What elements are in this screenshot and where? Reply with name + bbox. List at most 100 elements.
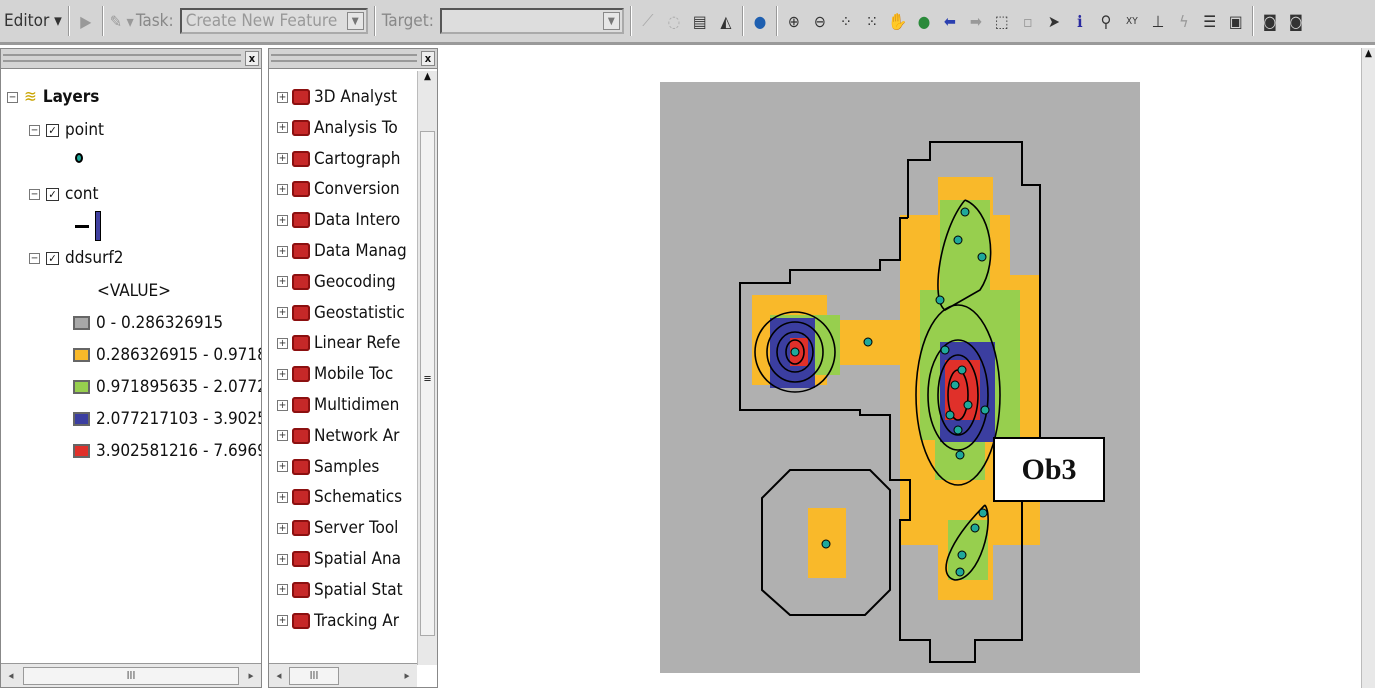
expand-icon[interactable]: + bbox=[277, 276, 288, 288]
scroll-right-icon[interactable]: ▸ bbox=[241, 669, 261, 682]
viewer-icon[interactable]: ▣ bbox=[1226, 12, 1246, 31]
expand-icon[interactable]: + bbox=[277, 91, 288, 103]
toolbox-item[interactable]: + Samples bbox=[277, 457, 379, 477]
toolbox-item[interactable]: + Analysis To bbox=[277, 118, 398, 138]
scroll-right-icon[interactable]: ▸ bbox=[397, 669, 417, 682]
toolbox-icon bbox=[292, 212, 310, 229]
zoom-in-icon[interactable]: ⊕ bbox=[784, 12, 804, 31]
scroll-thumb[interactable]: III bbox=[23, 666, 239, 685]
toolbox-item[interactable]: + Mobile Toc bbox=[277, 364, 393, 384]
legend-class[interactable]: 0.286326915 - 0.97189 bbox=[73, 345, 261, 365]
expand-icon[interactable]: + bbox=[277, 430, 288, 442]
toolbox-item[interactable]: + Network Ar bbox=[277, 426, 399, 446]
select-features-icon[interactable]: ⬚ bbox=[992, 12, 1012, 31]
close-icon[interactable]: x bbox=[421, 51, 435, 66]
expand-icon[interactable]: + bbox=[277, 491, 288, 503]
expand-icon[interactable]: + bbox=[277, 183, 288, 195]
toolbox-item[interactable]: + Geostatistic bbox=[277, 303, 405, 323]
toolbox-vertical-scrollbar[interactable]: ▲ ≡ bbox=[417, 71, 437, 665]
back-icon[interactable]: ⬅ bbox=[940, 12, 960, 31]
toc-layer-ddsurf2[interactable]: − ✓ ddsurf2 bbox=[29, 248, 123, 268]
legend-class[interactable]: 2.077217103 - 3.90258 bbox=[73, 409, 261, 429]
toolbox-item[interactable]: + Cartograph bbox=[277, 149, 400, 169]
find-icon[interactable]: ⚲ bbox=[1096, 12, 1116, 31]
expand-icon[interactable]: + bbox=[277, 461, 288, 473]
expand-icon[interactable]: + bbox=[277, 337, 288, 349]
collapse-icon[interactable]: − bbox=[29, 252, 40, 264]
toc-horizontal-scrollbar[interactable]: ◂ III ▸ bbox=[1, 663, 261, 687]
full-extent-icon[interactable]: ● bbox=[914, 12, 934, 31]
scroll-thumb[interactable]: ≡ bbox=[420, 131, 435, 636]
fixed-zoom-out-icon[interactable]: ⁙ bbox=[862, 12, 882, 31]
attributes-icon[interactable]: ▤ bbox=[690, 12, 710, 31]
scroll-left-icon[interactable]: ◂ bbox=[1, 669, 21, 682]
edit-vertices-icon[interactable]: ⟋ bbox=[638, 11, 658, 31]
toolbox-item[interactable]: + Spatial Stat bbox=[277, 580, 403, 600]
scroll-left-icon[interactable]: ◂ bbox=[269, 669, 289, 682]
scroll-thumb[interactable]: III bbox=[289, 666, 339, 685]
expand-icon[interactable]: + bbox=[277, 399, 288, 411]
toolbox-item[interactable]: + Geocoding bbox=[277, 272, 396, 292]
task-dropdown[interactable]: Create New Feature ▼ bbox=[179, 8, 368, 34]
toc-layer-point[interactable]: − ✓ point bbox=[29, 120, 104, 140]
select-elements-icon[interactable]: ➤ bbox=[1044, 12, 1064, 31]
fixed-zoom-in-icon[interactable]: ⁘ bbox=[836, 12, 856, 31]
measure-icon[interactable]: ⊥ bbox=[1148, 12, 1168, 31]
collapse-icon[interactable]: − bbox=[7, 91, 18, 103]
toolbox-item[interactable]: + Server Tool bbox=[277, 518, 398, 538]
scroll-up-icon[interactable]: ▲ bbox=[418, 71, 437, 82]
toolbox-item[interactable]: + Data Intero bbox=[277, 210, 400, 230]
toolbox-item[interactable]: + Spatial Ana bbox=[277, 549, 401, 569]
expand-icon[interactable]: + bbox=[277, 153, 288, 165]
toolbox-horizontal-scrollbar[interactable]: ◂ III ▸ bbox=[269, 663, 417, 687]
rotate-icon[interactable]: ◌ bbox=[664, 12, 684, 31]
overview-icon[interactable]: ◙ bbox=[1286, 12, 1306, 31]
expand-icon[interactable]: + bbox=[277, 307, 288, 319]
close-icon[interactable]: x bbox=[245, 51, 259, 66]
expand-icon[interactable]: + bbox=[277, 584, 288, 596]
expand-icon[interactable]: + bbox=[277, 245, 288, 257]
toc-layer-cont[interactable]: − ✓ cont bbox=[29, 184, 98, 204]
toolbox-item[interactable]: + Schematics bbox=[277, 487, 402, 507]
pencil-icon[interactable]: ✎ ▾ bbox=[110, 12, 134, 31]
editor-menu[interactable]: Editor ▾ bbox=[4, 11, 62, 31]
magnifier-icon[interactable]: ◙ bbox=[1260, 12, 1280, 31]
toolbox-item[interactable]: + Conversion bbox=[277, 179, 400, 199]
drag-grip[interactable] bbox=[3, 54, 241, 62]
collapse-icon[interactable]: − bbox=[29, 124, 40, 136]
legend-class[interactable]: 0 - 0.286326915 bbox=[73, 313, 223, 333]
collapse-icon[interactable]: − bbox=[29, 188, 40, 200]
toolbox-item[interactable]: + Data Manag bbox=[277, 241, 407, 261]
expand-icon[interactable]: + bbox=[277, 122, 288, 134]
sketch-properties-icon[interactable]: ◭ bbox=[716, 12, 736, 31]
toc-root[interactable]: − ≋ Layers bbox=[7, 87, 99, 107]
forward-icon[interactable]: ➡ bbox=[966, 12, 986, 31]
expand-icon[interactable]: + bbox=[277, 615, 288, 627]
expand-icon[interactable]: + bbox=[277, 553, 288, 565]
scroll-up-icon[interactable]: ▲ bbox=[1362, 48, 1375, 59]
toc-titlebar[interactable]: x bbox=[1, 49, 261, 69]
expand-icon[interactable]: + bbox=[277, 368, 288, 380]
identify-icon[interactable]: ℹ bbox=[1070, 12, 1090, 31]
toolbox-item[interactable]: + Linear Refe bbox=[277, 333, 400, 353]
target-dropdown[interactable]: ▼ bbox=[439, 8, 624, 34]
layer-checkbox[interactable]: ✓ bbox=[46, 187, 59, 201]
html-popup-icon[interactable]: ☰ bbox=[1200, 12, 1220, 31]
legend-class[interactable]: 0.971895635 - 2.07721 bbox=[73, 377, 261, 397]
map-vertical-scrollbar[interactable]: ▲ bbox=[1361, 48, 1375, 688]
toolbox-item[interactable]: + Multidimen bbox=[277, 395, 399, 415]
toolbox-item[interactable]: + Tracking Ar bbox=[277, 611, 399, 631]
globe-icon[interactable]: ● bbox=[750, 12, 770, 31]
go-to-xy-icon[interactable]: XY bbox=[1122, 16, 1142, 27]
zoom-out-icon[interactable]: ⊖ bbox=[810, 12, 830, 31]
legend-class[interactable]: 3.902581216 - 7.69695 bbox=[73, 441, 261, 461]
layer-checkbox[interactable]: ✓ bbox=[46, 123, 59, 137]
sketch-tool-icon[interactable]: ▶ bbox=[76, 12, 96, 31]
layer-checkbox[interactable]: ✓ bbox=[46, 251, 59, 265]
clear-selection-icon[interactable]: ▫ bbox=[1018, 12, 1038, 31]
toolbox-item[interactable]: +3D Analyst bbox=[277, 87, 397, 107]
pan-icon[interactable]: ✋ bbox=[888, 12, 908, 31]
expand-icon[interactable]: + bbox=[277, 522, 288, 534]
expand-icon[interactable]: + bbox=[277, 214, 288, 226]
hyperlink-icon[interactable]: ϟ bbox=[1174, 12, 1194, 31]
